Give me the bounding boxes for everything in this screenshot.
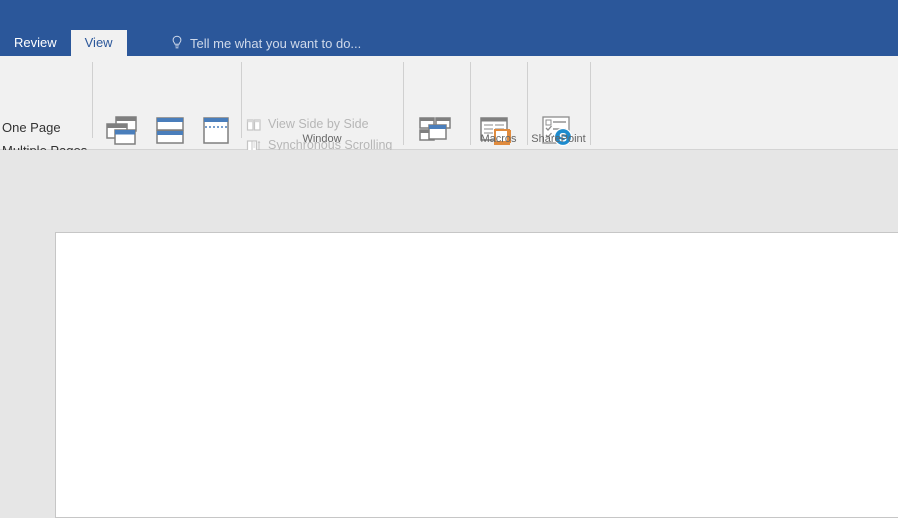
group-separator-macros bbox=[527, 62, 528, 138]
tell-me-label: Tell me what you want to do... bbox=[190, 35, 362, 51]
group-label-sharepoint: SharePoint bbox=[531, 133, 586, 145]
ribbon-group-labels: Window Macros SharePoint bbox=[0, 130, 898, 150]
tab-view-label: View bbox=[84, 35, 113, 50]
label-separator-sharepoint bbox=[527, 130, 528, 145]
document-page[interactable] bbox=[55, 232, 898, 518]
word-window: Review View Tell me what you want to do.… bbox=[0, 0, 898, 518]
title-bar: Review View Tell me what you want to do.… bbox=[0, 0, 898, 56]
group-separator-switch bbox=[470, 62, 471, 138]
group-separator-zoom bbox=[92, 62, 93, 138]
label-separator-end bbox=[590, 130, 591, 145]
lightbulb-icon bbox=[170, 35, 184, 51]
label-separator-window bbox=[403, 130, 404, 145]
ruler-band: 123456789101112131421 bbox=[0, 150, 898, 325]
group-separator-sharepoint bbox=[590, 62, 591, 138]
document-canvas bbox=[0, 176, 898, 518]
tab-review-label: Review bbox=[14, 35, 57, 50]
label-separator-macros bbox=[470, 130, 471, 145]
tab-review[interactable]: Review bbox=[0, 30, 71, 56]
ribbon-tab-strip: Review View bbox=[0, 30, 127, 56]
tab-view[interactable]: View bbox=[70, 30, 127, 56]
group-separator-split bbox=[241, 62, 242, 138]
group-label-macros: Macros bbox=[480, 133, 517, 145]
tell-me-search[interactable]: Tell me what you want to do... bbox=[170, 30, 361, 56]
group-label-window: Window bbox=[302, 133, 342, 145]
group-separator-window bbox=[403, 62, 404, 138]
